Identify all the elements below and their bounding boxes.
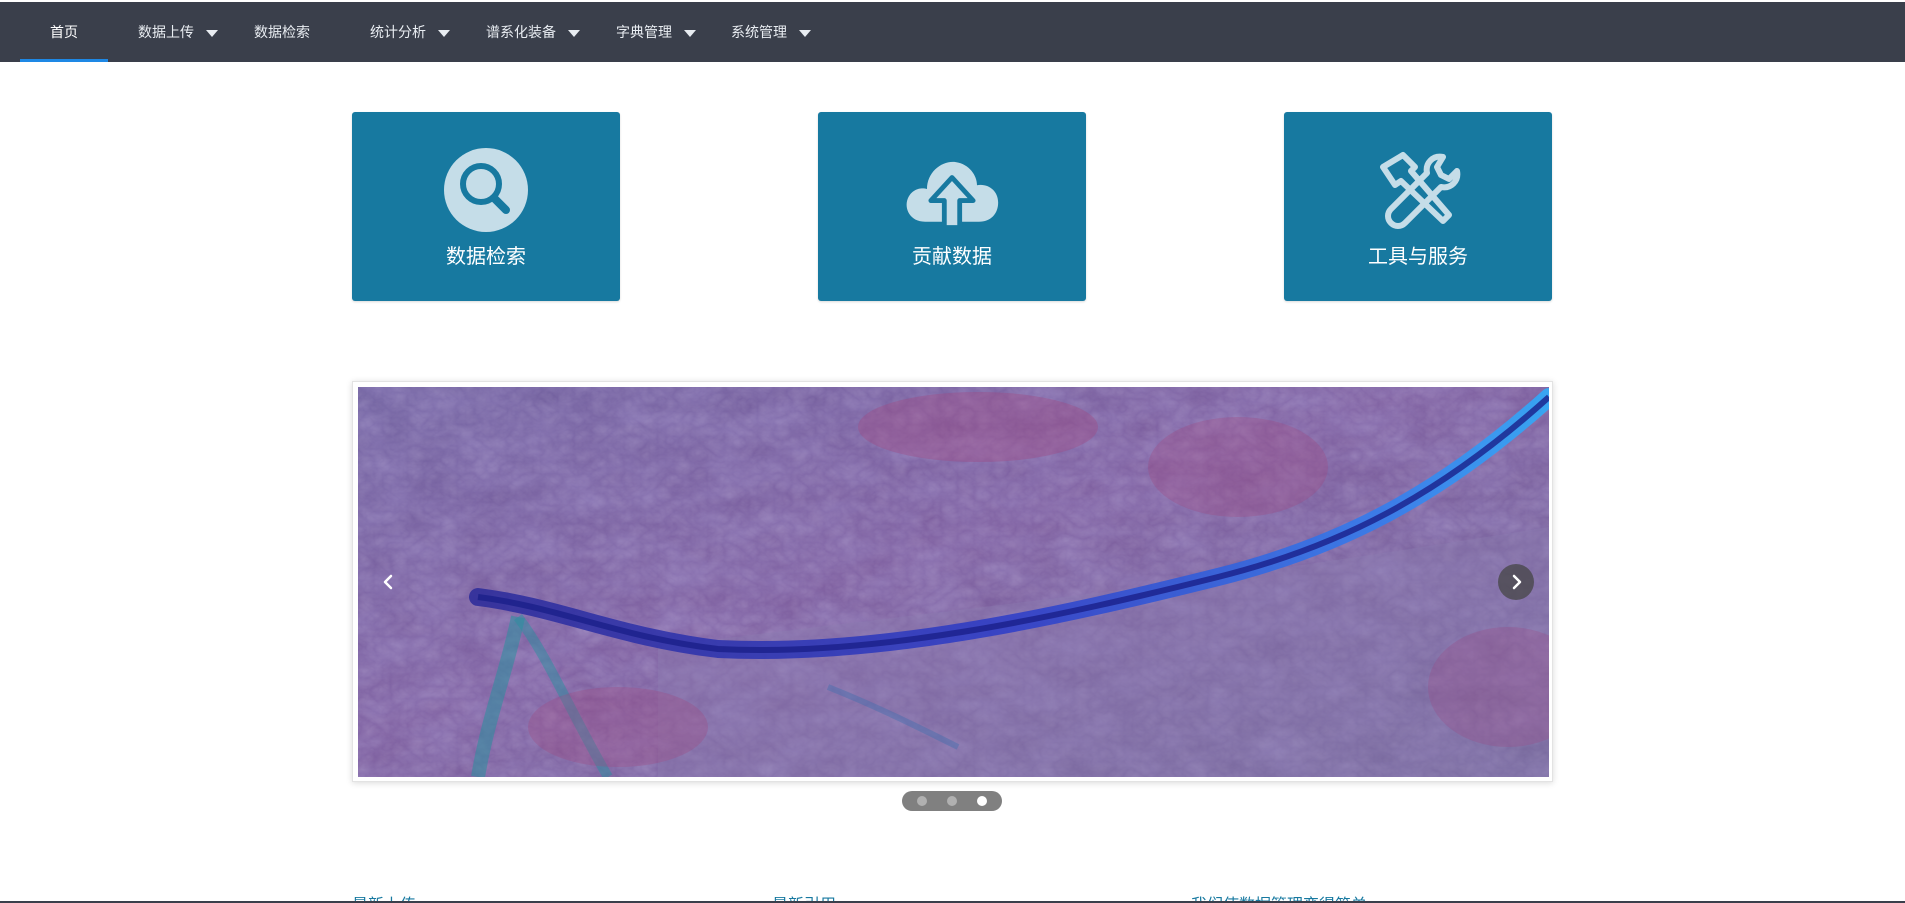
nav-item-dictionary[interactable]: 字典管理 bbox=[616, 2, 696, 62]
nav-item-home[interactable]: 首页 bbox=[20, 2, 108, 62]
nav-item-label: 统计分析 bbox=[370, 25, 426, 41]
top-navbar: 首页 数据上传 数据检索 统计分析 谱系化装备 字典管理 系统管理 bbox=[0, 2, 1905, 62]
page: 首页 数据上传 数据检索 统计分析 谱系化装备 字典管理 系统管理 数据检索 贡… bbox=[0, 0, 1905, 903]
chevron-down-icon bbox=[438, 29, 450, 37]
nav-item-statistics[interactable]: 统计分析 bbox=[370, 2, 450, 62]
search-icon bbox=[436, 140, 536, 240]
carousel-prev-button[interactable] bbox=[371, 564, 407, 600]
chevron-down-icon bbox=[684, 29, 696, 37]
chevron-down-icon bbox=[799, 29, 811, 37]
nav-item-label: 首页 bbox=[50, 25, 78, 41]
nav-item-equipment-series[interactable]: 谱系化装备 bbox=[486, 2, 580, 62]
nav-item-label: 字典管理 bbox=[616, 25, 672, 41]
tile-data-search[interactable]: 数据检索 bbox=[352, 112, 620, 301]
carousel-dot-3[interactable] bbox=[977, 796, 987, 806]
carousel-dot-2[interactable] bbox=[947, 796, 957, 806]
carousel-next-button[interactable] bbox=[1498, 564, 1534, 600]
nav-item-label: 系统管理 bbox=[731, 25, 787, 41]
nav-item-data-upload[interactable]: 数据上传 bbox=[138, 2, 218, 62]
chevron-down-icon bbox=[206, 29, 218, 37]
nav-item-data-search[interactable]: 数据检索 bbox=[254, 2, 310, 62]
image-carousel bbox=[352, 381, 1553, 782]
chevron-right-icon bbox=[1512, 574, 1522, 590]
nav-item-label: 谱系化装备 bbox=[486, 25, 556, 41]
nav-item-label: 数据检索 bbox=[254, 25, 310, 41]
carousel-indicators bbox=[902, 791, 1002, 811]
tile-tools-services[interactable]: 工具与服务 bbox=[1284, 112, 1552, 301]
carousel-slide-terrain-image bbox=[358, 387, 1549, 777]
tile-label: 数据检索 bbox=[446, 244, 526, 268]
chevron-down-icon bbox=[568, 29, 580, 37]
cloud-upload-icon bbox=[902, 140, 1002, 240]
nav-item-label: 数据上传 bbox=[138, 25, 194, 41]
tile-label: 贡献数据 bbox=[912, 244, 992, 268]
tools-icon bbox=[1368, 140, 1468, 240]
chevron-left-icon bbox=[383, 574, 393, 590]
tile-contribute-data[interactable]: 贡献数据 bbox=[818, 112, 1086, 301]
viewport: 首页 数据上传 数据检索 统计分析 谱系化装备 字典管理 系统管理 数据检索 贡… bbox=[0, 0, 1905, 903]
carousel-dot-1[interactable] bbox=[917, 796, 927, 806]
tile-label: 工具与服务 bbox=[1368, 244, 1468, 268]
nav-item-system[interactable]: 系统管理 bbox=[731, 2, 811, 62]
